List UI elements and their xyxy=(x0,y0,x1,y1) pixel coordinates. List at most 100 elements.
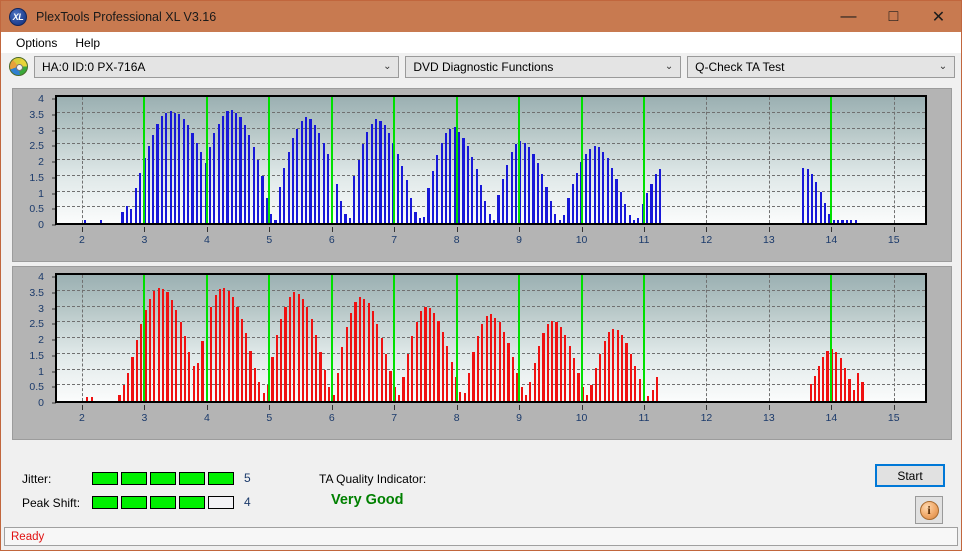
chart-bar xyxy=(822,356,825,401)
chart-bar xyxy=(506,164,509,223)
chart-bar xyxy=(341,347,344,401)
chart-bar xyxy=(214,295,217,401)
chart-bar xyxy=(485,315,488,401)
gridline-vertical xyxy=(81,275,83,401)
marker-line xyxy=(642,275,645,401)
y-axis-tick-label: 4 xyxy=(38,271,44,283)
chart-bar xyxy=(166,292,169,401)
x-axis-tick xyxy=(144,405,146,410)
chart-bar xyxy=(523,142,526,223)
y-axis-tick-label: 4 xyxy=(38,93,44,105)
chart-bar xyxy=(537,345,541,401)
chart-bar xyxy=(401,166,404,223)
x-axis-tick xyxy=(331,227,333,232)
x-axis-tick xyxy=(81,227,83,232)
x-axis-tick xyxy=(768,227,770,232)
jitter-chart-y-axis: 0 0.5 1 1.5 2 2.5 3 3.5 4 xyxy=(13,93,56,231)
gridline-vertical xyxy=(706,97,708,223)
chart-bar xyxy=(235,112,238,223)
chart-bar xyxy=(603,341,606,401)
maximize-icon[interactable]: □ xyxy=(871,1,916,32)
chart-bar xyxy=(384,353,388,401)
chart-bar xyxy=(481,323,484,401)
chart-bar xyxy=(488,213,491,223)
chart-bar xyxy=(90,397,94,401)
function-select-value: DVD Diagnostic Functions xyxy=(413,59,554,74)
gridline-vertical xyxy=(893,275,895,401)
marker-line xyxy=(642,97,645,223)
x-axis-tick xyxy=(269,227,271,232)
x-axis-tick xyxy=(831,227,833,232)
chart-bar xyxy=(440,142,443,223)
chart-bar xyxy=(218,289,222,401)
chart-bar xyxy=(375,119,378,223)
chart-bar xyxy=(802,167,805,223)
x-axis-tick xyxy=(269,405,271,410)
chart-bar xyxy=(210,306,213,401)
close-icon[interactable]: ✕ xyxy=(916,1,961,32)
minimize-icon[interactable]: — xyxy=(826,1,871,32)
drive-select[interactable]: HA:0 ID:0 PX-716A ⌄ xyxy=(34,55,400,78)
chart-bar xyxy=(402,377,405,401)
chart-bar xyxy=(577,372,580,401)
chart-bar xyxy=(611,167,614,223)
y-axis-tick-label: 2.5 xyxy=(29,318,44,331)
chart-bar xyxy=(350,312,353,401)
peak-shift-chart-y-axis: 0 0.5 1 1.5 2 2.5 3 3.5 4 xyxy=(13,271,56,409)
x-axis-tick xyxy=(581,405,583,410)
chart-bar xyxy=(586,394,589,401)
chart-bar xyxy=(562,215,566,223)
menu-item-help[interactable]: Help xyxy=(66,34,109,52)
test-select[interactable]: Q-Check TA Test ⌄ xyxy=(687,55,955,78)
chart-bar xyxy=(253,367,257,401)
chart-bar xyxy=(262,393,265,401)
y-axis-tick-label: 0.5 xyxy=(29,381,44,394)
chart-bar xyxy=(584,153,587,223)
gridline-vertical xyxy=(893,97,895,223)
chart-bar xyxy=(616,330,619,401)
chart-bar xyxy=(621,334,624,401)
marker-line xyxy=(393,275,396,401)
chart-bar xyxy=(406,353,410,401)
chevron-down-icon: ⌄ xyxy=(938,61,948,72)
chart-bar xyxy=(271,356,274,401)
chart-bar xyxy=(162,289,165,401)
x-axis-tick xyxy=(456,405,458,410)
chart-bar xyxy=(835,352,838,401)
y-axis-tick-label: 0 xyxy=(38,219,44,231)
chart-bar xyxy=(619,191,622,223)
chart-bar xyxy=(471,156,474,223)
chart-bar xyxy=(201,341,204,401)
x-axis-tick xyxy=(519,405,521,410)
chart-bar xyxy=(475,169,478,223)
chart-bar xyxy=(533,363,536,401)
menu-item-options[interactable]: Options xyxy=(7,34,66,52)
chart-bar xyxy=(589,148,592,223)
x-axis-tick-label: 5 xyxy=(266,234,273,246)
chart-bar xyxy=(572,358,576,401)
chart-bar xyxy=(615,178,618,223)
chart-bar xyxy=(252,147,255,223)
chart-bar xyxy=(227,290,230,401)
chart-bar xyxy=(363,298,366,401)
x-axis-tick-label: 2 xyxy=(79,234,85,246)
chart-bar xyxy=(188,352,191,401)
ta-quality-indicator-label: TA Quality Indicator: xyxy=(319,472,427,486)
y-axis-tick-label: 0 xyxy=(38,397,44,409)
chart-bar xyxy=(287,152,290,223)
chart-bar xyxy=(284,306,287,401)
marker-line xyxy=(455,97,458,223)
jitter-label: Jitter: xyxy=(22,472,52,486)
chart-bar xyxy=(301,298,305,401)
start-button[interactable]: Start xyxy=(875,464,945,487)
chart-bar xyxy=(323,369,326,401)
drive-select-value: HA:0 ID:0 PX-716A xyxy=(42,59,146,74)
chart-bar xyxy=(558,219,561,223)
info-button[interactable]: i xyxy=(915,496,943,524)
gridline-horizontal xyxy=(57,96,925,97)
chart-bar xyxy=(379,120,382,223)
chart-bar xyxy=(344,213,347,223)
chart-bar xyxy=(293,292,296,401)
meter-segment xyxy=(179,472,205,485)
function-select[interactable]: DVD Diagnostic Functions ⌄ xyxy=(405,55,682,78)
